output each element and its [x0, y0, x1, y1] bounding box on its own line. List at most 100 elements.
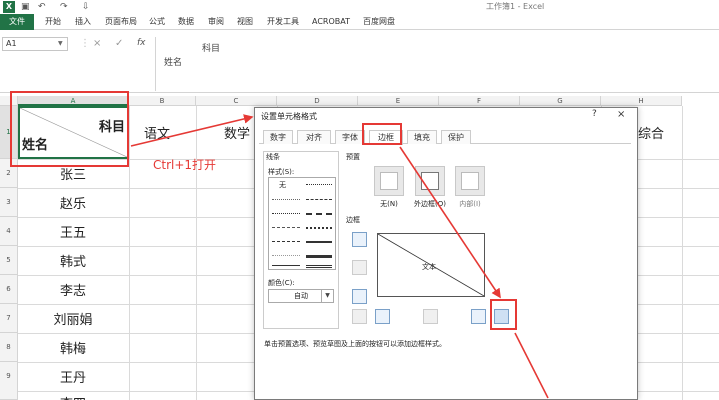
preset-inside-label: 内部(I) [459, 200, 481, 208]
cell-name[interactable]: 李四 [18, 393, 128, 400]
cell-name[interactable]: 王五 [18, 222, 128, 241]
border-preview[interactable]: 文本 [377, 233, 485, 297]
line-style-option[interactable] [272, 199, 300, 200]
tab-file[interactable]: 文件 [0, 14, 34, 30]
column-header-f[interactable]: F [439, 96, 520, 106]
border-diagonal-up-button[interactable] [352, 309, 367, 324]
highlight-box-a1 [10, 91, 129, 167]
preset-none-label: 无(N) [380, 200, 398, 208]
tab-formulas[interactable]: 公式 [149, 14, 165, 30]
line-style-option[interactable] [272, 241, 300, 242]
tab-fill[interactable]: 填充 [407, 130, 437, 144]
color-value: 自动 [294, 292, 308, 300]
chevron-down-icon[interactable]: ▼ [321, 290, 333, 302]
cell-name[interactable]: 韩梅 [18, 338, 128, 357]
tab-protection[interactable]: 保护 [441, 130, 471, 144]
border-middle-vertical-button[interactable] [423, 309, 438, 324]
cell-c1[interactable]: 数学 [224, 123, 250, 142]
tab-acrobat[interactable]: ACROBAT [312, 14, 350, 30]
chevron-down-icon[interactable]: ▼ [58, 40, 63, 47]
line-style-none[interactable]: 无 [279, 180, 286, 190]
line-style-option[interactable] [306, 265, 332, 268]
border-left-button[interactable] [375, 309, 390, 324]
cell-h1[interactable]: 综合 [638, 123, 664, 142]
enter-icon[interactable]: ✓ [115, 38, 123, 49]
grid-line [129, 106, 130, 400]
tab-page-layout[interactable]: 页面布局 [105, 14, 137, 30]
tab-font[interactable]: 字体 [335, 130, 365, 144]
line-style-option[interactable] [306, 255, 332, 258]
column-header-g[interactable]: G [520, 96, 601, 106]
column-header-e[interactable]: E [358, 96, 439, 106]
line-style-option[interactable] [306, 199, 332, 200]
cell-name[interactable]: 李志 [18, 280, 128, 299]
border-bottom-button[interactable] [352, 289, 367, 304]
preset-none-button[interactable] [374, 166, 404, 196]
preset-inside-button[interactable] [455, 166, 485, 196]
row-header-9[interactable]: 9 [0, 362, 18, 400]
line-style-list[interactable]: 无 [268, 177, 336, 270]
preset-none-icon [380, 172, 398, 190]
column-header-d[interactable]: D [277, 96, 358, 106]
cell-name[interactable]: 王丹 [18, 367, 128, 386]
line-style-option[interactable] [306, 213, 332, 215]
line-style-option[interactable] [272, 227, 300, 228]
dialog-title: 设置单元格格式 [261, 112, 317, 121]
tab-review[interactable]: 审阅 [208, 14, 224, 30]
cell-name[interactable]: 刘丽娟 [18, 309, 128, 328]
row-header-4[interactable]: 4 [0, 217, 18, 246]
tab-home[interactable]: 开始 [45, 14, 61, 30]
highlight-box-border-tab [362, 123, 402, 145]
drag-handle-icon[interactable]: ⋮ [80, 38, 90, 49]
close-button[interactable]: × [617, 109, 625, 120]
row-header-5[interactable]: 5 [0, 246, 18, 275]
cell-name[interactable]: 韩式 [18, 251, 128, 270]
line-style-option[interactable] [272, 265, 300, 266]
border-section-label: 边框 [346, 216, 360, 224]
column-header-b[interactable]: B [129, 96, 196, 106]
tab-data[interactable]: 数据 [178, 14, 194, 30]
annotation-text: Ctrl+1打开 [153, 158, 217, 172]
tab-baidu-netdisk[interactable]: 百度网盘 [363, 14, 395, 30]
title-bar: X ▣ ↶ ↷ ⇩ 工作簿1 - Excel [0, 0, 719, 14]
highlight-box-diagonal-button [490, 299, 517, 330]
formula-content-line1: 科目 [202, 44, 221, 54]
cell-b1[interactable]: 语文 [144, 123, 170, 142]
row-header-6[interactable]: 6 [0, 275, 18, 304]
preset-outline-icon [421, 172, 439, 190]
row-header-7[interactable]: 7 [0, 304, 18, 333]
tab-insert[interactable]: 插入 [75, 14, 91, 30]
window-title: 工作簿1 - Excel [486, 2, 545, 11]
row-header-3[interactable]: 3 [0, 188, 18, 217]
insert-function-icon[interactable]: fx [137, 38, 146, 48]
border-right-button[interactable] [471, 309, 486, 324]
save-icon[interactable]: ▣ [21, 0, 30, 14]
tab-view[interactable]: 视图 [237, 14, 253, 30]
style-label: 样式(S): [268, 168, 295, 176]
line-style-option[interactable] [272, 213, 300, 214]
border-top-button[interactable] [352, 232, 367, 247]
cell-name[interactable]: 赵乐 [18, 193, 128, 212]
line-style-option[interactable] [306, 184, 332, 185]
grid-line [682, 106, 683, 400]
tab-developer[interactable]: 开发工具 [267, 14, 299, 30]
tab-number[interactable]: 数字 [263, 130, 293, 144]
cancel-icon[interactable]: × [93, 38, 101, 49]
line-section-label: 线条 [266, 153, 280, 161]
undo-icon[interactable]: ↶ [38, 0, 46, 14]
customize-qat-icon[interactable]: ⇩ [82, 0, 90, 14]
column-header-h[interactable]: H [601, 96, 682, 106]
help-button[interactable]: ? [592, 109, 597, 119]
row-header-8[interactable]: 8 [0, 333, 18, 362]
formula-input[interactable]: 科目 姓名 [155, 37, 719, 91]
tab-alignment[interactable]: 对齐 [297, 130, 331, 144]
formula-bar: A1 ▼ ⋮ × ✓ fx 科目 姓名 [0, 33, 719, 93]
line-style-option[interactable] [306, 227, 332, 229]
color-select[interactable]: 自动 ▼ [268, 289, 334, 303]
column-header-c[interactable]: C [196, 96, 277, 106]
redo-icon[interactable]: ↷ [60, 0, 68, 14]
border-middle-horizontal-button[interactable] [352, 260, 367, 275]
line-style-option[interactable] [272, 255, 300, 256]
line-style-option[interactable] [306, 241, 332, 243]
preset-outline-button[interactable] [415, 166, 445, 196]
